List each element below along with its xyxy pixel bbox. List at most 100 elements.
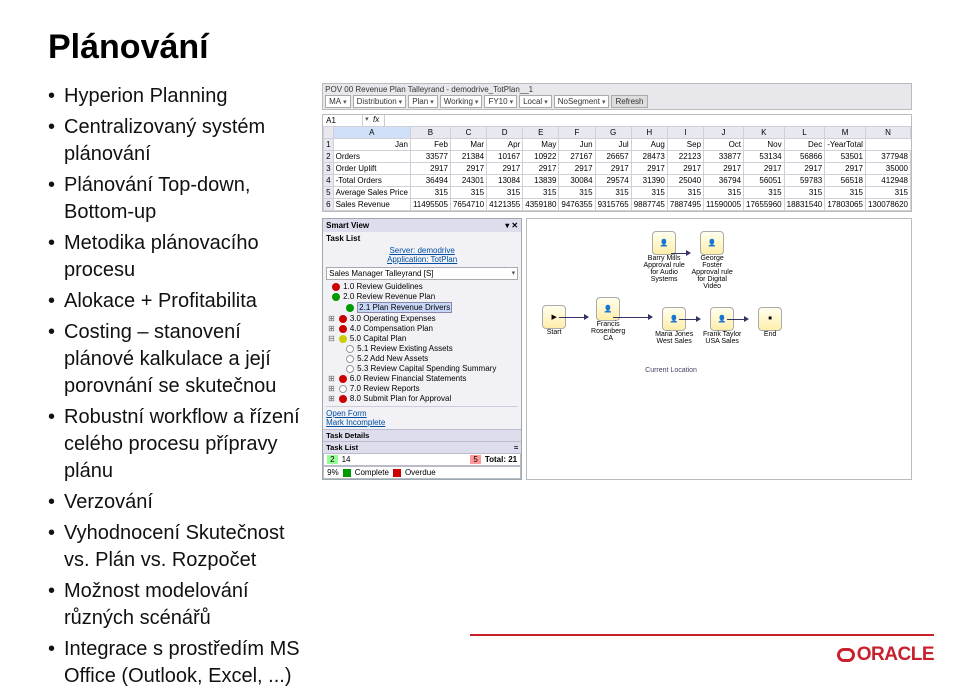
collapse-icon[interactable]: ≈ bbox=[514, 443, 518, 452]
col-header[interactable]: F bbox=[559, 127, 595, 139]
cell[interactable]: 2917 bbox=[704, 163, 744, 175]
cell[interactable]: 4359180 bbox=[523, 199, 559, 211]
tree-item[interactable]: ⊞8.0 Submit Plan for Approval bbox=[326, 394, 518, 403]
cell[interactable]: 315 bbox=[410, 187, 450, 199]
cell[interactable]: 2917 bbox=[523, 163, 559, 175]
cell[interactable]: 33877 bbox=[704, 151, 744, 163]
tree-item[interactable]: 5.1 Review Existing Assets bbox=[326, 344, 518, 353]
role-select[interactable]: Sales Manager Talleyrand [S]▾ bbox=[326, 267, 518, 280]
row-number[interactable]: 4 bbox=[324, 175, 333, 187]
col-header[interactable]: A bbox=[333, 127, 410, 139]
col-header[interactable]: H bbox=[631, 127, 667, 139]
pov-selector[interactable]: Local▾ bbox=[519, 95, 552, 108]
cell[interactable]: 315 bbox=[595, 187, 631, 199]
cell[interactable]: 11590005 bbox=[704, 199, 744, 211]
cell[interactable]: 26657 bbox=[595, 151, 631, 163]
tree-item[interactable]: 5.3 Review Capital Spending Summary bbox=[326, 364, 518, 373]
cell[interactable]: 18831540 bbox=[784, 199, 825, 211]
refresh-button[interactable]: Refresh bbox=[611, 95, 647, 108]
cell[interactable]: 27167 bbox=[559, 151, 595, 163]
cell[interactable]: 53134 bbox=[744, 151, 785, 163]
cell[interactable]: 2917 bbox=[825, 163, 866, 175]
mark-incomplete-link[interactable]: Mark Incomplete bbox=[326, 418, 518, 427]
cell[interactable]: 2917 bbox=[595, 163, 631, 175]
tree-item[interactable]: ⊞4.0 Compensation Plan bbox=[326, 324, 518, 333]
cell[interactable]: 315 bbox=[825, 187, 866, 199]
cell[interactable]: 29574 bbox=[595, 175, 631, 187]
cell[interactable]: 24301 bbox=[450, 175, 486, 187]
row-number[interactable]: 5 bbox=[324, 187, 333, 199]
name-box[interactable]: A1 bbox=[323, 115, 363, 126]
tree-item[interactable]: 1.0 Review Guidelines bbox=[326, 282, 518, 291]
cell[interactable]: 315 bbox=[784, 187, 825, 199]
cell[interactable]: 56518 bbox=[825, 175, 866, 187]
pov-selector[interactable]: Plan▾ bbox=[408, 95, 438, 108]
cell[interactable]: 28473 bbox=[631, 151, 667, 163]
cell[interactable]: 10167 bbox=[487, 151, 523, 163]
cell[interactable]: 315 bbox=[865, 187, 910, 199]
cell[interactable]: 130078620 bbox=[865, 199, 910, 211]
cell[interactable]: 25040 bbox=[667, 175, 703, 187]
col-header[interactable]: C bbox=[450, 127, 486, 139]
row-number[interactable]: 2 bbox=[324, 151, 333, 163]
tree-item[interactable]: 2.1 Plan Revenue Drivers bbox=[326, 302, 518, 313]
pov-selector[interactable]: Working▾ bbox=[440, 95, 483, 108]
cell[interactable]: 412948 bbox=[865, 175, 910, 187]
tree-item[interactable]: ⊟5.0 Capital Plan bbox=[326, 334, 518, 343]
tree-item[interactable]: 2.0 Review Revenue Plan bbox=[326, 292, 518, 301]
col-header[interactable]: K bbox=[744, 127, 785, 139]
cell[interactable]: 56051 bbox=[744, 175, 785, 187]
server-link[interactable]: Server: demodrive bbox=[326, 246, 518, 255]
col-header[interactable]: I bbox=[667, 127, 703, 139]
row-number[interactable]: 3 bbox=[324, 163, 333, 175]
cell[interactable]: 11495505 bbox=[410, 199, 450, 211]
tree-item[interactable]: ⊞6.0 Review Financial Statements bbox=[326, 374, 518, 383]
tree-item[interactable]: ⊞7.0 Review Reports bbox=[326, 384, 518, 393]
col-header[interactable]: L bbox=[784, 127, 825, 139]
cell[interactable]: 36794 bbox=[704, 175, 744, 187]
cell[interactable]: 315 bbox=[667, 187, 703, 199]
app-link[interactable]: Application: TotPlan bbox=[326, 255, 518, 264]
cell[interactable]: 31390 bbox=[631, 175, 667, 187]
pov-selector[interactable]: FY10▾ bbox=[484, 95, 517, 108]
cell[interactable]: 10922 bbox=[523, 151, 559, 163]
formula-bar[interactable] bbox=[385, 115, 911, 126]
tree-item[interactable]: ⊞3.0 Operating Expenses bbox=[326, 314, 518, 323]
cell[interactable]: 13839 bbox=[523, 175, 559, 187]
cell[interactable]: 2917 bbox=[631, 163, 667, 175]
cell[interactable]: 315 bbox=[559, 187, 595, 199]
cell[interactable]: 9315765 bbox=[595, 199, 631, 211]
cell[interactable]: 2917 bbox=[667, 163, 703, 175]
cell[interactable]: 2917 bbox=[450, 163, 486, 175]
cell[interactable]: 315 bbox=[744, 187, 785, 199]
col-header[interactable]: J bbox=[704, 127, 744, 139]
cell[interactable]: 56866 bbox=[784, 151, 825, 163]
col-header[interactable]: M bbox=[825, 127, 866, 139]
cell[interactable]: 315 bbox=[704, 187, 744, 199]
cell[interactable]: 7654710 bbox=[450, 199, 486, 211]
col-header[interactable]: E bbox=[523, 127, 559, 139]
row-number[interactable]: 6 bbox=[324, 199, 333, 211]
cell[interactable]: 2917 bbox=[784, 163, 825, 175]
cell[interactable]: 315 bbox=[523, 187, 559, 199]
cell[interactable]: 33577 bbox=[410, 151, 450, 163]
col-header[interactable]: B bbox=[410, 127, 450, 139]
col-header[interactable]: N bbox=[865, 127, 910, 139]
pov-selector[interactable]: NoSegment▾ bbox=[554, 95, 610, 108]
cell[interactable]: 9476355 bbox=[559, 199, 595, 211]
cell[interactable]: 2917 bbox=[744, 163, 785, 175]
cell[interactable]: 2917 bbox=[410, 163, 450, 175]
cell[interactable]: 53501 bbox=[825, 151, 866, 163]
cell[interactable]: 17655960 bbox=[744, 199, 785, 211]
cell[interactable]: 315 bbox=[487, 187, 523, 199]
cell[interactable]: 377948 bbox=[865, 151, 910, 163]
cell[interactable]: 36494 bbox=[410, 175, 450, 187]
cell[interactable]: 17803065 bbox=[825, 199, 866, 211]
col-header[interactable]: G bbox=[595, 127, 631, 139]
cell[interactable]: 21384 bbox=[450, 151, 486, 163]
cell[interactable]: 59783 bbox=[784, 175, 825, 187]
open-form-link[interactable]: Open Form bbox=[326, 409, 518, 418]
cell[interactable]: 7887495 bbox=[667, 199, 703, 211]
pov-selector[interactable]: MA▾ bbox=[325, 95, 351, 108]
cell[interactable]: 2917 bbox=[559, 163, 595, 175]
